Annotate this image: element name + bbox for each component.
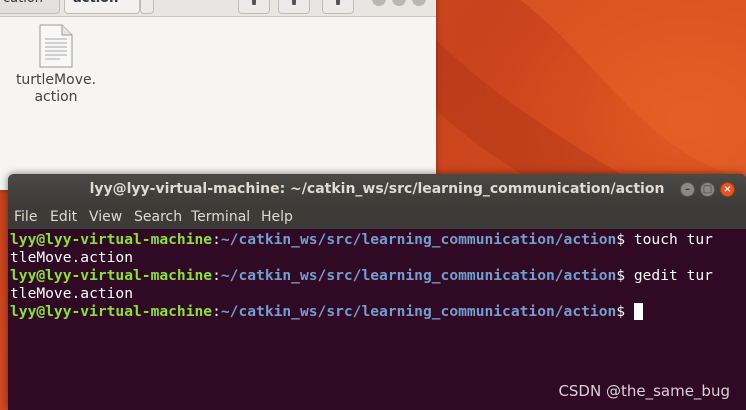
menu-view[interactable]: View <box>89 205 122 229</box>
prompt-user: lyy@lyy-virtual-machine <box>10 231 213 248</box>
terminal-titlebar[interactable]: lyy@lyy-virtual-machine: ~/catkin_ws/src… <box>8 174 746 205</box>
terminal-line: lyy@lyy-virtual-machine:~/catkin_ws/src/… <box>10 303 643 321</box>
menu-search[interactable]: Search <box>134 205 182 229</box>
menu-file[interactable]: File <box>14 205 37 229</box>
file-name: turtleMove. action <box>10 72 102 106</box>
path-button-parent[interactable]: cation <box>0 0 60 14</box>
maximize-button[interactable] <box>392 0 406 6</box>
close-button[interactable] <box>412 0 426 6</box>
prompt-separator: : <box>212 303 221 320</box>
view-options-icon <box>292 0 296 5</box>
file-name-line-1: turtleMove. <box>15 72 97 88</box>
text-cursor <box>633 303 643 320</box>
prompt-path: ~/catkin_ws/src/learning_communication/a… <box>220 231 617 248</box>
file-item-turtlemove[interactable]: turtleMove. action <box>10 24 102 114</box>
terminal-line: tleMove.action <box>10 285 133 303</box>
search-icon <box>252 0 256 5</box>
menu-button[interactable] <box>322 0 354 14</box>
terminal-line: lyy@lyy-virtual-machine:~/catkin_ws/src/… <box>10 231 713 249</box>
minimize-button[interactable] <box>372 0 386 6</box>
menu-help[interactable]: Help <box>261 205 293 229</box>
prompt-path: ~/catkin_ws/src/learning_communication/a… <box>220 303 617 320</box>
terminal-window[interactable]: lyy@lyy-virtual-machine: ~/catkin_ws/src… <box>8 174 746 410</box>
search-button[interactable] <box>238 0 270 14</box>
path-forward-button[interactable] <box>140 0 154 14</box>
command-continuation: tleMove.action <box>10 249 134 266</box>
terminal-line: tleMove.action <box>10 249 133 267</box>
command-continuation: tleMove.action <box>10 285 134 302</box>
close-icon: × <box>723 184 732 195</box>
file-name-line-2: action <box>34 89 78 105</box>
terminal-line: lyy@lyy-virtual-machine:~/catkin_ws/src/… <box>10 267 713 285</box>
menu-terminal[interactable]: Terminal <box>191 205 250 229</box>
prompt-separator: : <box>212 267 221 284</box>
close-button[interactable]: × <box>720 182 735 197</box>
view-options-button[interactable] <box>278 0 310 14</box>
watermark: CSDN @the_same_bug <box>558 382 730 400</box>
prompt-separator: : <box>212 231 221 248</box>
path-button-current[interactable]: action <box>64 0 140 14</box>
minimize-button[interactable]: – <box>680 182 695 197</box>
menu-edit[interactable]: Edit <box>50 205 77 229</box>
file-manager-header: cation action <box>0 0 436 17</box>
file-manager-window: cation action turtleMove. action <box>0 0 436 190</box>
command-text: $ gedit tur <box>616 267 713 284</box>
prompt-path: ~/catkin_ws/src/learning_communication/a… <box>220 267 617 284</box>
prompt-user: lyy@lyy-virtual-machine <box>10 303 213 320</box>
command-text: $ touch tur <box>616 231 713 248</box>
prompt-user: lyy@lyy-virtual-machine <box>10 267 213 284</box>
terminal-title: lyy@lyy-virtual-machine: ~/catkin_ws/src… <box>89 181 665 197</box>
maximize-button[interactable]: □ <box>700 182 715 197</box>
menu-icon <box>336 0 340 5</box>
text-file-icon <box>39 24 73 68</box>
terminal-menubar: File Edit View Search Terminal Help <box>8 205 746 229</box>
maximize-icon: □ <box>702 184 713 195</box>
minimize-icon: – <box>685 184 690 195</box>
command-text: $ <box>616 303 634 320</box>
terminal-output[interactable]: lyy@lyy-virtual-machine:~/catkin_ws/src/… <box>8 229 746 410</box>
